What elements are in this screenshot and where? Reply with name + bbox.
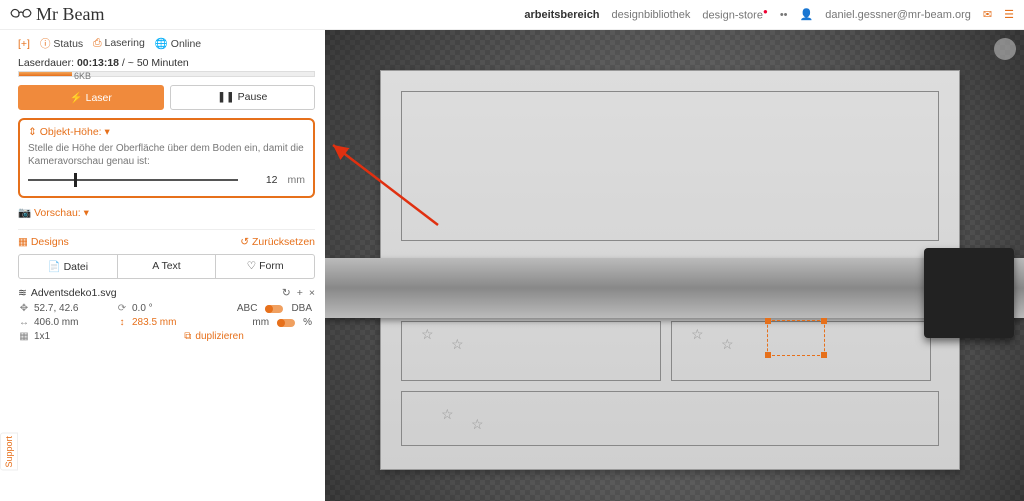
file-size: 6KB bbox=[74, 71, 91, 81]
height-slider[interactable]: 12 mm bbox=[28, 174, 305, 186]
close-icon[interactable]: × bbox=[309, 287, 315, 299]
laser-button[interactable]: ⚡ Laser bbox=[18, 85, 164, 110]
zoom-control[interactable] bbox=[994, 38, 1016, 60]
logo-text: Mr Beam bbox=[36, 4, 104, 25]
duplicate-icon: ⧉ bbox=[184, 331, 191, 342]
sidebar: [+] ⓘ Status ⎙ Lasering 🌐 Online Laserda… bbox=[0, 30, 325, 501]
status-row: [+] ⓘ Status ⎙ Lasering 🌐 Online bbox=[18, 36, 315, 51]
glasses-icon bbox=[10, 7, 32, 22]
text-direction-toggle[interactable] bbox=[265, 305, 283, 313]
dba-label: DBA bbox=[291, 303, 312, 314]
pct-label: % bbox=[303, 317, 312, 328]
object-height-description: Stelle die Höhe der Oberfläche über dem … bbox=[28, 142, 305, 168]
top-nav: arbeitsbereich designbibliothek design-s… bbox=[524, 7, 1014, 22]
nav-more[interactable]: •• bbox=[780, 9, 788, 21]
layers-icon: ≋ bbox=[18, 287, 27, 299]
rotate-icon: ⟳ bbox=[116, 303, 128, 314]
nav-design-store[interactable]: design-store● bbox=[702, 7, 767, 22]
position-value: 52.7, 42.6 bbox=[34, 303, 78, 314]
width-value: 406.0 mm bbox=[34, 317, 78, 328]
mm-label: mm bbox=[252, 317, 269, 328]
designs-header: ▦ Designs ↺ Zurücksetzen bbox=[18, 229, 315, 248]
slider-handle[interactable] bbox=[74, 173, 77, 187]
action-buttons: ⚡ Laser ❚❚ Pause bbox=[18, 85, 315, 110]
add-icon[interactable]: + bbox=[297, 287, 303, 299]
mail-icon[interactable]: ✉ bbox=[983, 8, 992, 21]
file-name: Adventsdeko1.svg bbox=[31, 287, 117, 299]
height-value: 283.5 mm bbox=[132, 317, 176, 328]
duration-row: Laserdauer: 00:13:18 / ~ 50 Minuten bbox=[18, 57, 315, 69]
abc-label: ABC bbox=[237, 303, 258, 314]
height-icon: ↕ bbox=[116, 317, 128, 328]
gantry-rail bbox=[325, 258, 1024, 318]
object-height-panel: ⇕ Objekt-Höhe: ▾ Stelle die Höhe der Obe… bbox=[18, 118, 315, 198]
unit-toggle[interactable] bbox=[277, 319, 295, 327]
support-tab[interactable]: Support bbox=[0, 433, 18, 471]
position-icon: ✥ bbox=[18, 303, 30, 314]
selection-box[interactable] bbox=[767, 320, 825, 356]
status-item[interactable]: ⓘ Status bbox=[40, 36, 83, 51]
estimated-time: ~ 50 Minuten bbox=[128, 57, 189, 69]
expand-toggle[interactable]: [+] bbox=[18, 38, 30, 50]
laser-head bbox=[924, 248, 1014, 338]
work-area-preview[interactable]: ☆ ☆ ☆ ☆ ☆ ☆ bbox=[325, 30, 1024, 501]
reset-button[interactable]: ↺ Zurücksetzen bbox=[240, 236, 315, 248]
height-value: 12 bbox=[248, 174, 278, 186]
add-design-tabs: 📄 Datei A Text ♡ Form bbox=[18, 254, 315, 279]
designs-label[interactable]: ▦ Designs bbox=[18, 236, 69, 248]
nav-designbibliothek[interactable]: designbibliothek bbox=[612, 9, 691, 21]
online-item: 🌐 Online bbox=[155, 37, 201, 50]
refresh-icon[interactable]: ↻ bbox=[282, 287, 291, 299]
object-height-title[interactable]: ⇕ Objekt-Höhe: ▾ bbox=[28, 126, 305, 138]
elapsed-time: 00:13:18 bbox=[77, 57, 119, 69]
lasering-item: ⎙ Lasering bbox=[93, 37, 145, 50]
tab-file[interactable]: 📄 Datei bbox=[19, 255, 118, 278]
duplicate-button[interactable]: duplizieren bbox=[195, 331, 243, 342]
user-icon: 👤 bbox=[800, 8, 814, 21]
tab-text[interactable]: A Text bbox=[118, 255, 217, 278]
width-icon: ↔ bbox=[18, 317, 30, 328]
menu-icon[interactable]: ☰ bbox=[1004, 8, 1014, 21]
progress-row: 6KB bbox=[18, 71, 315, 77]
pause-button[interactable]: ❚❚ Pause bbox=[170, 85, 316, 110]
rotation-value: 0.0 ° bbox=[132, 303, 153, 314]
grid-value: 1x1 bbox=[34, 331, 50, 342]
preview-section-toggle[interactable]: 📷 Vorschau: ▾ bbox=[18, 206, 315, 219]
height-unit: mm bbox=[288, 174, 306, 186]
top-bar: Mr Beam arbeitsbereich designbibliothek … bbox=[0, 0, 1024, 30]
tab-shape[interactable]: ♡ Form bbox=[216, 255, 314, 278]
grid-icon: ▦ bbox=[18, 331, 30, 342]
progress-bar: 6KB bbox=[18, 71, 315, 77]
nav-arbeitsbereich[interactable]: arbeitsbereich bbox=[524, 9, 599, 21]
nav-user-email[interactable]: daniel.gessner@mr-beam.org bbox=[825, 9, 971, 21]
file-properties: ✥ 52.7, 42.6 ⟳ 0.0 ° ABC DBA ↔ 406.0 mm ↕ 283… bbox=[18, 303, 315, 345]
design-file-block: ≋ Adventsdeko1.svg ↻ + × ✥ 52.7, 42.6 ⟳ 0.… bbox=[18, 287, 315, 351]
